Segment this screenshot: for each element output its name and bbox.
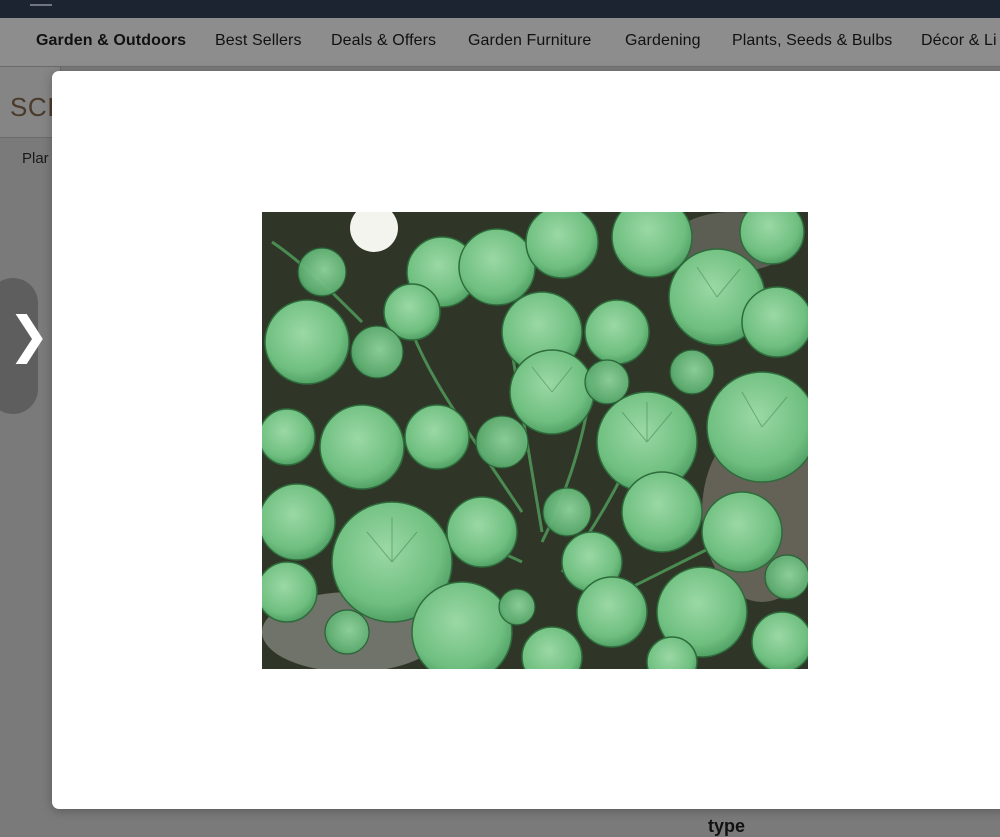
subnav-item-plants-seeds-bulbs[interactable]: Plants, Seeds & Bulbs xyxy=(732,32,892,50)
chevron-right-icon: ❯ xyxy=(8,307,50,363)
brand-logo-text: SCI xyxy=(10,92,55,122)
subnav-item-best-sellers[interactable]: Best Sellers xyxy=(215,32,302,50)
category-subnav: Garden & Outdoors Best Sellers Deals & O… xyxy=(0,18,1000,67)
product-type-label: type xyxy=(708,816,746,836)
subnav-item-garden-outdoors[interactable]: Garden & Outdoors xyxy=(36,32,186,50)
subnav-item-garden-furniture[interactable]: Garden Furniture xyxy=(468,32,591,50)
plant-photo-icon xyxy=(262,212,808,669)
subnav-item-gardening[interactable]: Gardening xyxy=(625,32,701,50)
subnav-item-decor-lighting[interactable]: Décor & Li xyxy=(921,32,997,50)
image-viewer-modal xyxy=(52,71,1000,809)
breadcrumb[interactable]: Plar xyxy=(22,150,49,167)
subnav-item-deals-offers[interactable]: Deals & Offers xyxy=(331,32,436,50)
top-header xyxy=(0,0,1000,18)
menu-icon[interactable] xyxy=(30,0,52,6)
